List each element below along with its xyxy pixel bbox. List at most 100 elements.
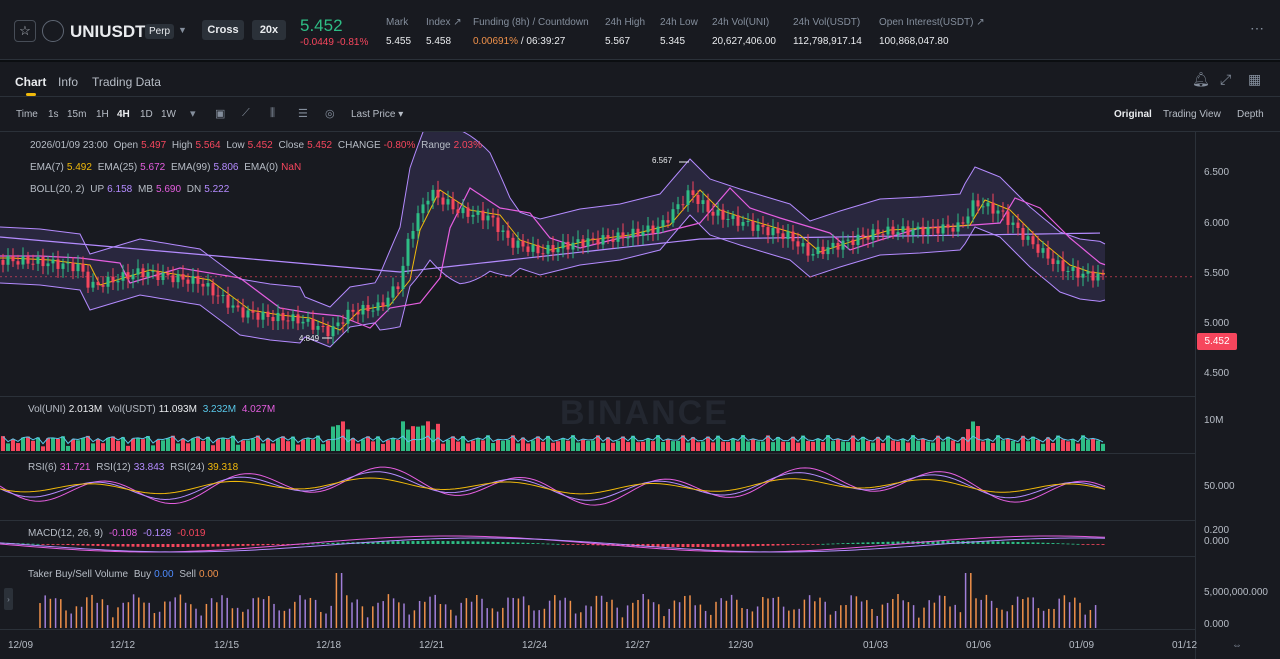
indicator-chart-icon[interactable]: ⟋: [242, 107, 250, 120]
candle-body: [326, 326, 330, 337]
interval-1h[interactable]: 1H: [96, 109, 109, 120]
candle-body: [756, 224, 760, 231]
candle-body: [316, 325, 320, 330]
chart-area[interactable]: BINANCE 2026/01/09 23:00 Open 5.497 High 5…: [0, 132, 1280, 659]
low-annotation: 4.849: [299, 334, 320, 343]
stat-value: 20,627,406.00: [712, 36, 776, 47]
volume-bar: [41, 446, 45, 451]
view-depth[interactable]: Depth: [1237, 109, 1264, 120]
interval-dropdown-chevron-icon[interactable]: ▾: [190, 107, 196, 120]
candle-body: [306, 318, 310, 322]
volume-bar: [176, 443, 180, 451]
target-icon[interactable]: ◎: [325, 107, 335, 120]
volume-bar: [1091, 438, 1095, 451]
more-options-icon[interactable]: ⋯: [1250, 20, 1264, 37]
view-original[interactable]: Original: [1114, 109, 1152, 120]
expand-icon[interactable]: ⤢: [1220, 71, 1231, 88]
favorite-star-icon[interactable]: ☆: [14, 20, 36, 42]
taker-axis-tick: 5,000,000.000: [1204, 587, 1268, 598]
macd-histogram-bar: [536, 543, 540, 545]
stat-open-interest[interactable]: Open Interest(USDT) ↗ 100,868,047.80: [879, 17, 985, 47]
candle-body: [646, 225, 650, 233]
interval-15m[interactable]: 15m: [67, 109, 86, 120]
legend-change: -0.80%: [383, 140, 416, 151]
volume-bar: [951, 440, 955, 451]
candle-body: [471, 214, 475, 217]
macd-histogram-bar: [261, 544, 265, 546]
macd-histogram-bar: [216, 544, 220, 547]
macd-histogram-bar: [1066, 543, 1070, 545]
candle-body: [161, 272, 165, 280]
calendar-icon[interactable]: ▣: [215, 107, 225, 120]
interval-4h[interactable]: 4H: [117, 109, 130, 120]
settings-sliders-icon[interactable]: ☰: [298, 107, 308, 120]
candle-body: [536, 244, 540, 254]
symbol-dropdown-chevron-icon[interactable]: ▼: [178, 25, 187, 35]
macd-histogram-bar: [851, 542, 855, 544]
candle-body: [146, 271, 150, 278]
interval-1w[interactable]: 1W: [161, 109, 176, 120]
stat-index[interactable]: Index ↗ 5.458: [426, 17, 462, 47]
symbol-name[interactable]: UNIUSDT: [70, 22, 146, 42]
volume-bar: [521, 437, 525, 451]
candle-body: [291, 314, 295, 322]
price-axis-tick: 6.000: [1204, 218, 1230, 229]
price-type-select[interactable]: Last Price ▾: [351, 109, 403, 120]
volume-bar: [151, 445, 155, 451]
volume-bar: [251, 438, 255, 451]
time-label[interactable]: Time: [16, 109, 38, 120]
volume-bar: [1061, 439, 1065, 451]
volume-bar: [201, 441, 205, 451]
volume-bar: [551, 442, 555, 451]
volume-bar: [416, 426, 420, 451]
candle-body: [876, 229, 880, 235]
legend-range: 2.03%: [453, 140, 482, 151]
tab-trading-data[interactable]: Trading Data: [92, 75, 161, 89]
macd-histogram-bar: [276, 544, 280, 545]
volume-bar: [761, 441, 765, 451]
candle-body: [1051, 258, 1055, 265]
interval-1d[interactable]: 1D: [140, 109, 153, 120]
macd-histogram-bar: [131, 544, 135, 547]
view-trading-view[interactable]: Trading View: [1163, 109, 1221, 120]
volume-bar: [821, 442, 825, 451]
candle-body: [166, 272, 170, 276]
volume-bar: [946, 436, 950, 451]
candle-body: [41, 256, 45, 267]
volume-bar: [31, 440, 35, 451]
macd-histogram-bar: [816, 544, 820, 545]
candle-body: [781, 233, 785, 239]
leverage-button[interactable]: 20x: [252, 20, 286, 40]
volume-bar: [671, 441, 675, 451]
macd-histogram-bar: [556, 543, 560, 545]
macd-histogram-bar: [986, 541, 990, 544]
grid-layout-icon[interactable]: ▦: [1248, 71, 1261, 88]
margin-mode-button[interactable]: Cross: [202, 20, 244, 40]
candle-type-icon[interactable]: ⫼: [270, 107, 275, 120]
interval-1s[interactable]: 1s: [48, 109, 59, 120]
candle-body: [96, 281, 100, 286]
candle-body: [976, 200, 980, 207]
candle-body: [581, 239, 585, 247]
candle-body: [1036, 244, 1040, 253]
macd-histogram-bar: [226, 544, 230, 547]
candle-body: [971, 200, 975, 217]
candle-body: [466, 207, 470, 217]
candle-body: [526, 246, 530, 252]
volume-bar: [441, 443, 445, 451]
bell-icon[interactable]: 🔔︎: [1192, 71, 1210, 88]
taker-sell-value: 0.00: [199, 569, 219, 580]
tab-info[interactable]: Info: [58, 75, 78, 89]
reset-zoom-icon[interactable]: ⇔: [1232, 640, 1242, 651]
volume-bar: [891, 440, 895, 451]
tab-chart[interactable]: Chart: [15, 75, 46, 89]
macd-histogram-bar: [1096, 544, 1100, 545]
volume-bar: [21, 437, 25, 451]
candle-body: [1041, 248, 1045, 253]
date-axis-tick: 12/27: [625, 640, 651, 651]
scroll-left-handle-icon[interactable]: ›: [4, 588, 13, 610]
candle-body: [276, 312, 280, 322]
volume-bar: [541, 441, 545, 451]
volume-bar: [306, 438, 310, 451]
stat-24h-low: 24h Low 5.345: [660, 17, 698, 47]
